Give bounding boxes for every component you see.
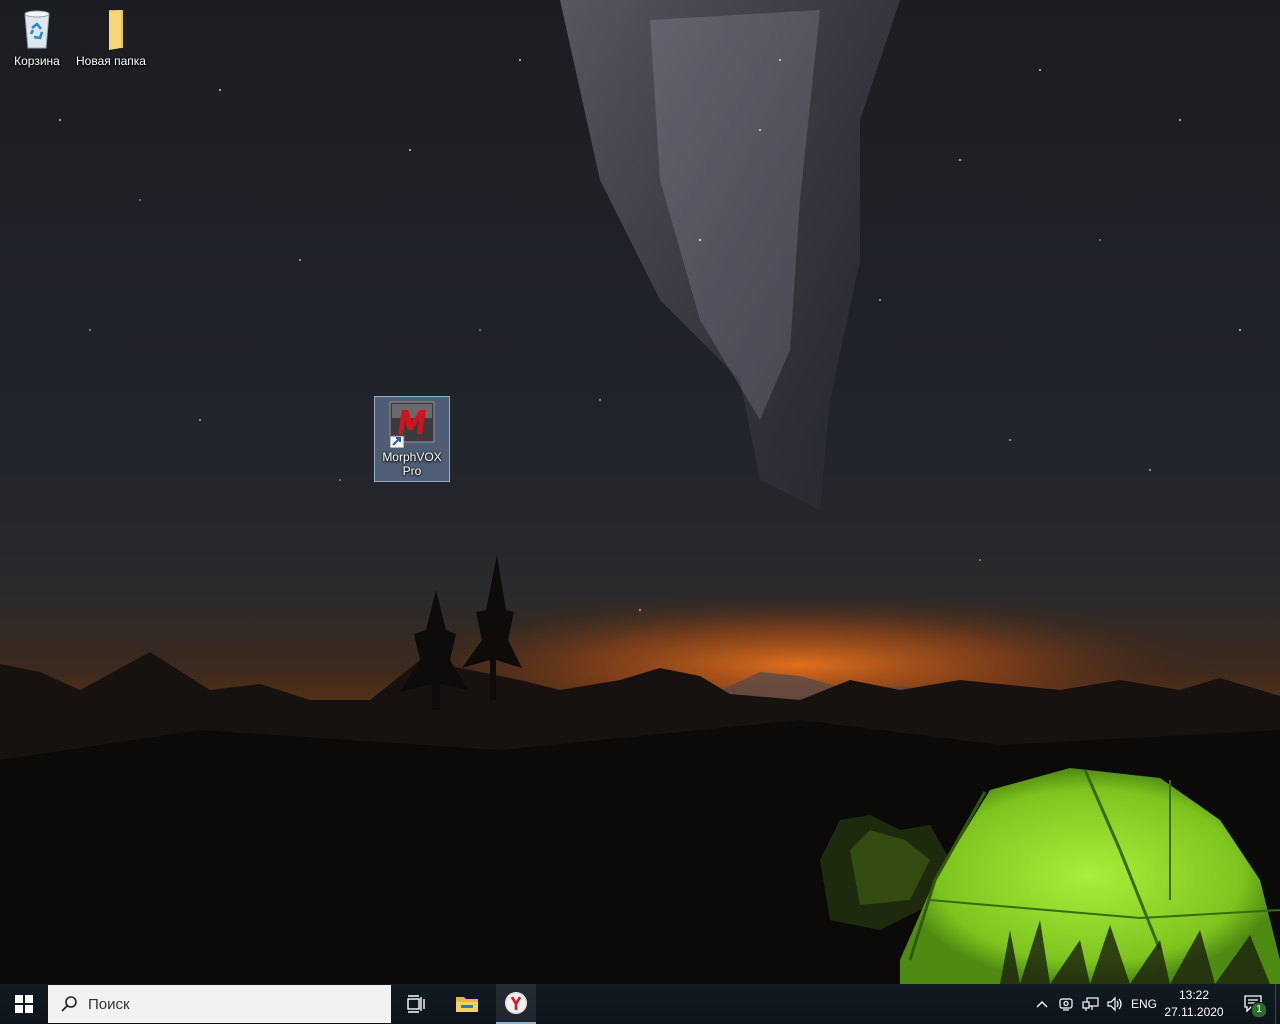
morphvox-icon <box>388 400 436 449</box>
desktop-icon-label: MorphVOX Pro <box>382 450 442 478</box>
desktop-icon-label: Новая папка <box>76 54 146 68</box>
folder-icon <box>87 4 135 52</box>
wallpaper-image <box>0 0 1280 984</box>
notification-badge: 1 <box>1251 1002 1267 1018</box>
yandex-browser-button[interactable] <box>496 984 536 1024</box>
start-button[interactable] <box>0 984 48 1024</box>
clock-date: 27.11.2020 <box>1164 1005 1224 1019</box>
task-view-button[interactable] <box>396 984 436 1024</box>
input-language-button[interactable]: ENG <box>1128 984 1160 1024</box>
clock-time: 13:22 <box>1178 988 1210 1002</box>
action-center-button[interactable]: 1 <box>1234 984 1274 1024</box>
taskbar: Поиск ENG 13:22 27.11.2020 1 <box>0 984 1280 1024</box>
volume-button[interactable] <box>1104 984 1126 1024</box>
search-icon <box>61 996 77 1012</box>
desktop-icon-label: Корзина <box>14 54 60 68</box>
recycle-bin-icon <box>13 4 61 52</box>
file-explorer-button[interactable] <box>447 984 487 1024</box>
speaker-icon <box>1107 996 1122 1012</box>
desktop-icon-new-folder[interactable]: Новая папка <box>74 4 148 68</box>
show-desktop-button[interactable] <box>1275 984 1280 1024</box>
clock-button[interactable]: 13:22 27.11.2020 <box>1164 984 1224 1024</box>
meet-now-button[interactable] <box>1056 984 1076 1024</box>
windows-logo-icon <box>15 995 33 1013</box>
camera-icon <box>1059 998 1073 1011</box>
taskbar-search-box[interactable]: Поиск <box>48 985 391 1023</box>
desktop-icon-recycle-bin[interactable]: Корзина <box>0 4 74 68</box>
show-hidden-icons-button[interactable] <box>1032 984 1052 1024</box>
search-placeholder: Поиск <box>88 995 130 1013</box>
folder-icon <box>456 997 478 1012</box>
yandex-icon <box>505 992 527 1014</box>
desktop-icon-morphvox-pro[interactable]: MorphVOX Pro <box>374 396 450 482</box>
chevron-up-icon <box>1036 1001 1048 1008</box>
network-icon <box>1082 997 1099 1011</box>
network-button[interactable] <box>1080 984 1102 1024</box>
task-view-icon <box>407 995 425 1013</box>
desktop-wallpaper <box>0 0 1280 984</box>
